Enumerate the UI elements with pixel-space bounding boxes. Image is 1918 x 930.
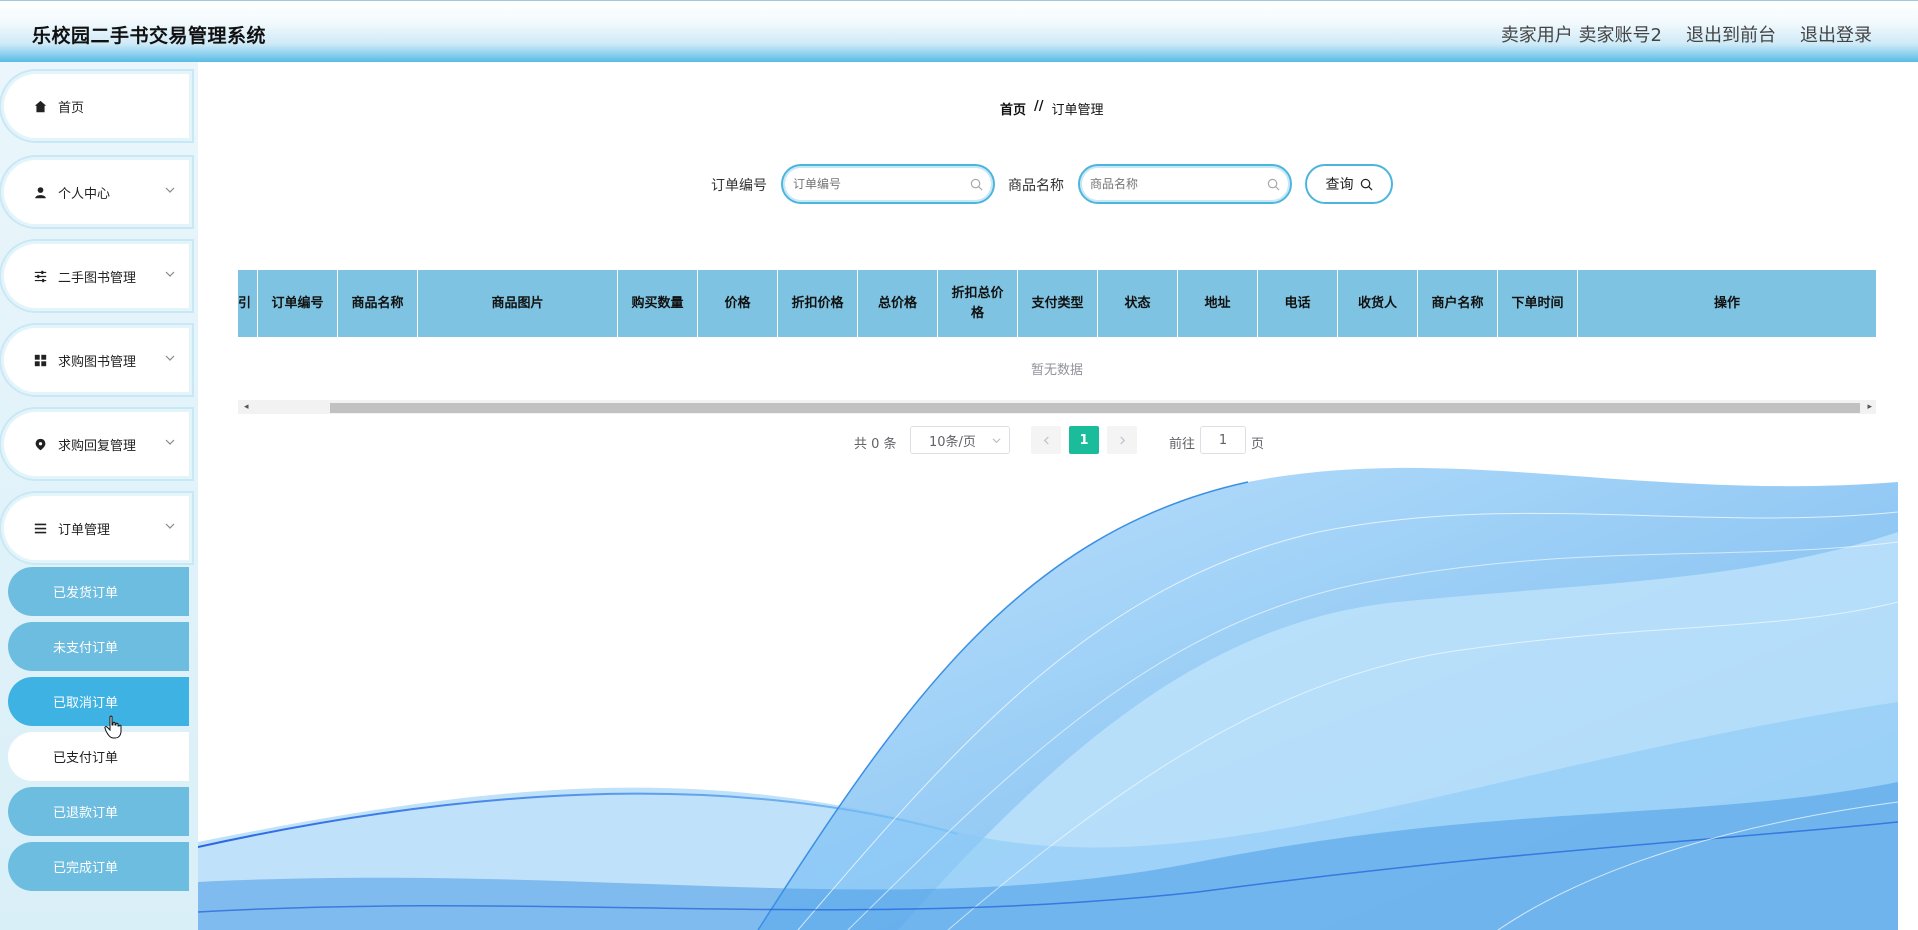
chevron-down-icon <box>165 184 175 194</box>
top-header: 乐校园二手书交易管理系统 卖家用户 卖家账号2 退出到前台 退出登录 <box>0 0 1918 62</box>
user-role: 卖家用户 <box>1500 25 1573 46</box>
sidebar-item-wanted-replies[interactable]: 求购回复管理 <box>4 412 189 476</box>
user-name: 卖家账号2 <box>1578 25 1662 46</box>
column-header: 折扣总价格 <box>938 270 1018 337</box>
column-header: 购买数量 <box>618 270 698 337</box>
column-header: 折扣价格 <box>778 270 858 337</box>
pagination-total: 共 0 条 <box>854 437 897 452</box>
column-header: 电话 <box>1258 270 1338 337</box>
column-header: 操作 <box>1713 295 1740 311</box>
right-edge-strip <box>1898 62 1918 930</box>
product-name-input[interactable] <box>1090 177 1260 191</box>
sidebar-item-personal-center[interactable]: 个人中心 <box>4 160 189 224</box>
column-header: 商品图片 <box>418 270 618 337</box>
empty-table-message: 暂无数据 <box>1030 362 1083 378</box>
sliders-icon <box>32 268 48 284</box>
chevron-down-icon <box>165 520 175 530</box>
chevron-left-icon <box>1043 435 1049 445</box>
column-header: 地址 <box>1178 270 1258 337</box>
order-no-input[interactable] <box>793 177 963 191</box>
search-icon <box>1360 178 1372 190</box>
order-no-label: 订单编号 <box>711 178 767 194</box>
breadcrumb-separator: // <box>1034 99 1044 114</box>
pagination: 共 0 条 10条/页 1 前往 1 页 <box>198 426 1898 456</box>
submenu-shipped-orders[interactable]: 已发货订单 <box>8 567 189 616</box>
goto-label: 前往 <box>1169 437 1196 452</box>
sidebar-item-label: 二手图书管理 <box>58 270 137 286</box>
product-name-field[interactable] <box>1078 164 1292 204</box>
column-header: 订单编号 <box>258 270 338 337</box>
scrollbar-thumb[interactable] <box>330 403 1860 413</box>
order-no-field[interactable] <box>781 164 995 204</box>
query-button-label: 查询 <box>1325 177 1354 193</box>
user-info: 卖家用户 卖家账号2 <box>1501 21 1662 47</box>
sidebar-item-label: 求购回复管理 <box>58 438 137 454</box>
chevron-right-icon <box>1119 435 1125 445</box>
next-page-button[interactable] <box>1107 426 1137 454</box>
page-size-select[interactable]: 10条/页 <box>910 426 1010 454</box>
search-icon <box>1267 178 1280 191</box>
chevron-down-icon <box>165 352 175 362</box>
column-header: 商户名称 <box>1418 270 1498 337</box>
menu-icon <box>32 520 48 536</box>
column-header: 商品名称 <box>338 270 418 337</box>
header-actions: 卖家用户 卖家账号2 退出到前台 退出登录 <box>1501 21 1872 47</box>
breadcrumb-home[interactable]: 首页 <box>1000 99 1026 118</box>
chevron-down-icon <box>165 268 175 278</box>
hand-cursor-icon <box>104 715 122 739</box>
search-form: 订单编号 商品名称 查询 <box>198 162 1898 206</box>
goto-page-input[interactable]: 1 <box>1200 426 1246 454</box>
sidebar-item-wanted-books[interactable]: 求购图书管理 <box>4 328 189 392</box>
sidebar-item-home[interactable]: 首页 <box>4 74 189 138</box>
user-icon <box>32 184 48 200</box>
page-suffix: 页 <box>1251 437 1265 452</box>
exit-to-front-link[interactable]: 退出到前台 <box>1686 21 1776 47</box>
column-header: 下单时间 <box>1498 270 1578 337</box>
sidebar-item-orders[interactable]: 订单管理 <box>4 496 189 560</box>
horizontal-scrollbar[interactable]: ◂ ▸ <box>238 400 1876 414</box>
submenu-refunded-orders[interactable]: 已退款订单 <box>8 787 189 836</box>
breadcrumb: 首页 // 订单管理 <box>1000 99 1104 118</box>
submenu-completed-orders[interactable]: 已完成订单 <box>8 842 189 891</box>
column-header: 总价格 <box>858 270 938 337</box>
sidebar-item-label: 首页 <box>58 100 85 116</box>
orders-table: 引 订单编号 商品名称 商品图片 购买数量 价格 折扣价格 总价格 折扣总价格 … <box>238 270 1876 416</box>
sidebar-item-label: 求购图书管理 <box>58 354 137 370</box>
sidebar-item-label: 订单管理 <box>58 522 111 538</box>
column-header: 支付类型 <box>1018 270 1098 337</box>
location-pin-icon <box>32 436 48 452</box>
column-header: 价格 <box>698 270 778 337</box>
submenu-unpaid-orders[interactable]: 未支付订单 <box>8 622 189 671</box>
submenu-cancelled-orders[interactable]: 已取消订单 <box>8 677 189 726</box>
scroll-right-icon[interactable]: ▸ <box>1867 402 1872 412</box>
scroll-left-icon[interactable]: ◂ <box>244 402 249 412</box>
search-icon <box>970 178 983 191</box>
prev-page-button[interactable] <box>1031 426 1061 454</box>
grid-icon <box>32 352 48 368</box>
sidebar-item-label: 个人中心 <box>58 186 111 202</box>
submenu-paid-orders[interactable]: 已支付订单 <box>8 732 189 781</box>
chevron-down-icon <box>992 438 1001 444</box>
app-title: 乐校园二手书交易管理系统 <box>32 25 267 47</box>
product-name-label: 商品名称 <box>1008 178 1064 194</box>
page-number-button[interactable]: 1 <box>1069 426 1099 454</box>
home-icon <box>32 98 48 114</box>
sidebar: 首页 个人中心 二手图书管理 求购图书管理 求购回复管理 订单管理 已发货订单 … <box>0 62 198 930</box>
breadcrumb-current: 订单管理 <box>1051 103 1104 118</box>
main-content: 首页 // 订单管理 订单编号 商品名称 查询 引 订单编号 商品名称 商品图片… <box>198 62 1898 930</box>
page-size-value: 10条/页 <box>929 434 976 450</box>
sidebar-item-used-books[interactable]: 二手图书管理 <box>4 244 189 308</box>
logout-link[interactable]: 退出登录 <box>1800 21 1872 47</box>
query-button[interactable]: 查询 <box>1305 164 1393 204</box>
table-header: 引 订单编号 商品名称 商品图片 购买数量 价格 折扣价格 总价格 折扣总价格 … <box>238 270 1876 337</box>
chevron-down-icon <box>165 436 175 446</box>
column-header: 状态 <box>1098 270 1178 337</box>
column-header: 引 <box>238 270 258 337</box>
column-header: 收货人 <box>1338 270 1418 337</box>
